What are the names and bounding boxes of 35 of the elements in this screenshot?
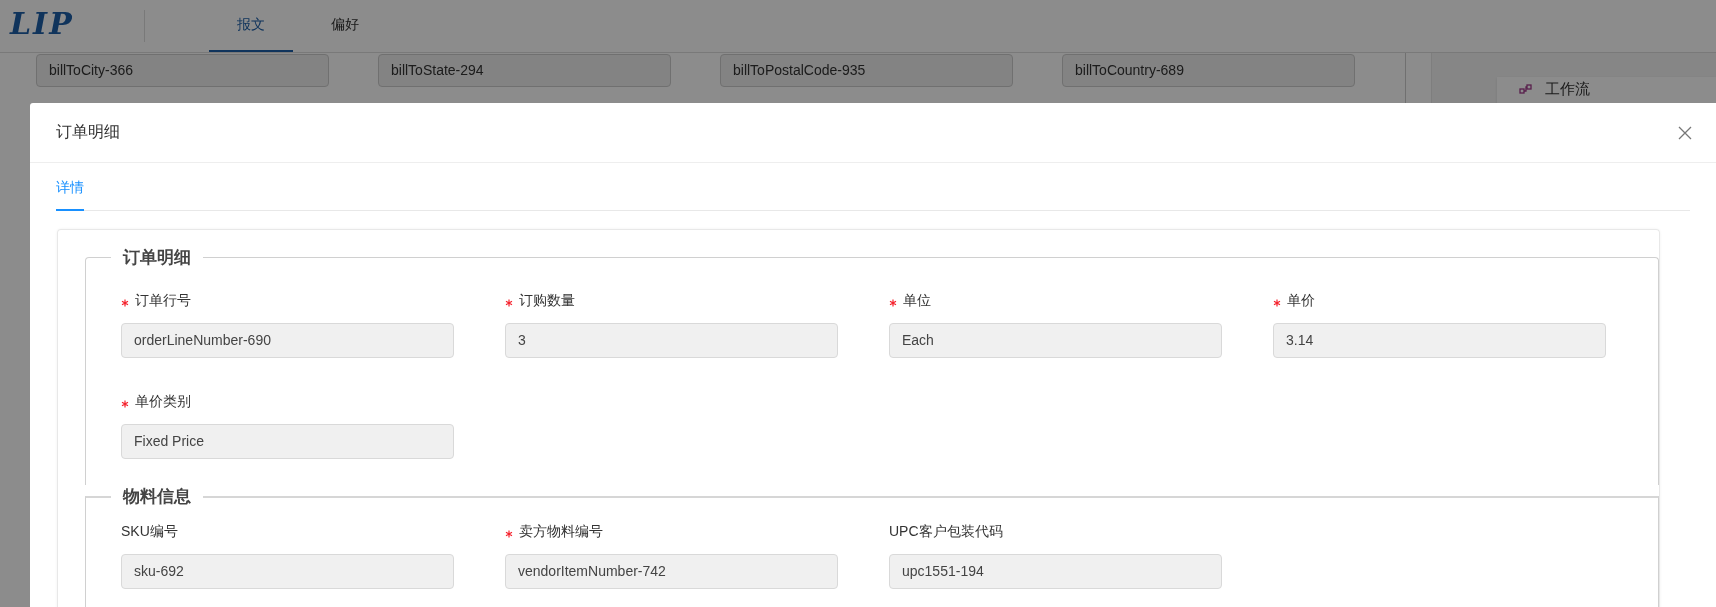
input-field[interactable]: upc1551-194 <box>889 554 1222 589</box>
field-label: 单价 <box>1287 292 1315 310</box>
input-field[interactable]: sku-692 <box>121 554 454 589</box>
required-icon <box>1273 298 1281 307</box>
field-label: 订单行号 <box>135 292 191 310</box>
input-field[interactable]: Each <box>889 323 1222 358</box>
field-label: 订购数量 <box>519 292 575 310</box>
side-item[interactable]: 工作流 <box>1545 80 1590 99</box>
input-field[interactable]: 3 <box>505 323 838 358</box>
input-field[interactable]: vendorItemNumber-742 <box>505 554 838 589</box>
field-label: 卖方物料编号 <box>519 523 603 541</box>
section-title: 订单明细 <box>121 247 192 269</box>
input-field[interactable]: billToPostalCode-935 <box>720 54 1013 87</box>
field-label: SKU编号 <box>121 523 178 541</box>
field-label: 单位 <box>903 292 931 310</box>
input-field[interactable]: 3.14 <box>1273 323 1606 358</box>
required-icon <box>121 298 129 307</box>
logo: LIP <box>10 6 74 42</box>
dialog-title: 订单明细 <box>56 122 120 142</box>
input-field[interactable]: orderLineNumber-690 <box>121 323 454 358</box>
input-field[interactable]: billToState-294 <box>378 54 671 87</box>
nav-tab[interactable]: 偏好 <box>302 0 387 52</box>
required-icon <box>121 399 129 408</box>
field-label: 单价类别 <box>135 393 191 411</box>
nav-tab[interactable]: 报文 <box>208 0 293 52</box>
workflow-icon <box>1519 83 1533 96</box>
input-field[interactable]: billToCity-366 <box>36 54 329 87</box>
section-title: 物料信息 <box>121 486 192 508</box>
input-field[interactable]: billToCountry-689 <box>1062 54 1355 87</box>
field-label: UPC客户包装代码 <box>889 523 1003 541</box>
input-field[interactable]: Fixed Price <box>121 424 454 459</box>
required-icon <box>889 298 897 307</box>
required-icon <box>505 529 513 538</box>
close-icon[interactable] <box>1678 125 1692 140</box>
required-icon <box>505 298 513 307</box>
